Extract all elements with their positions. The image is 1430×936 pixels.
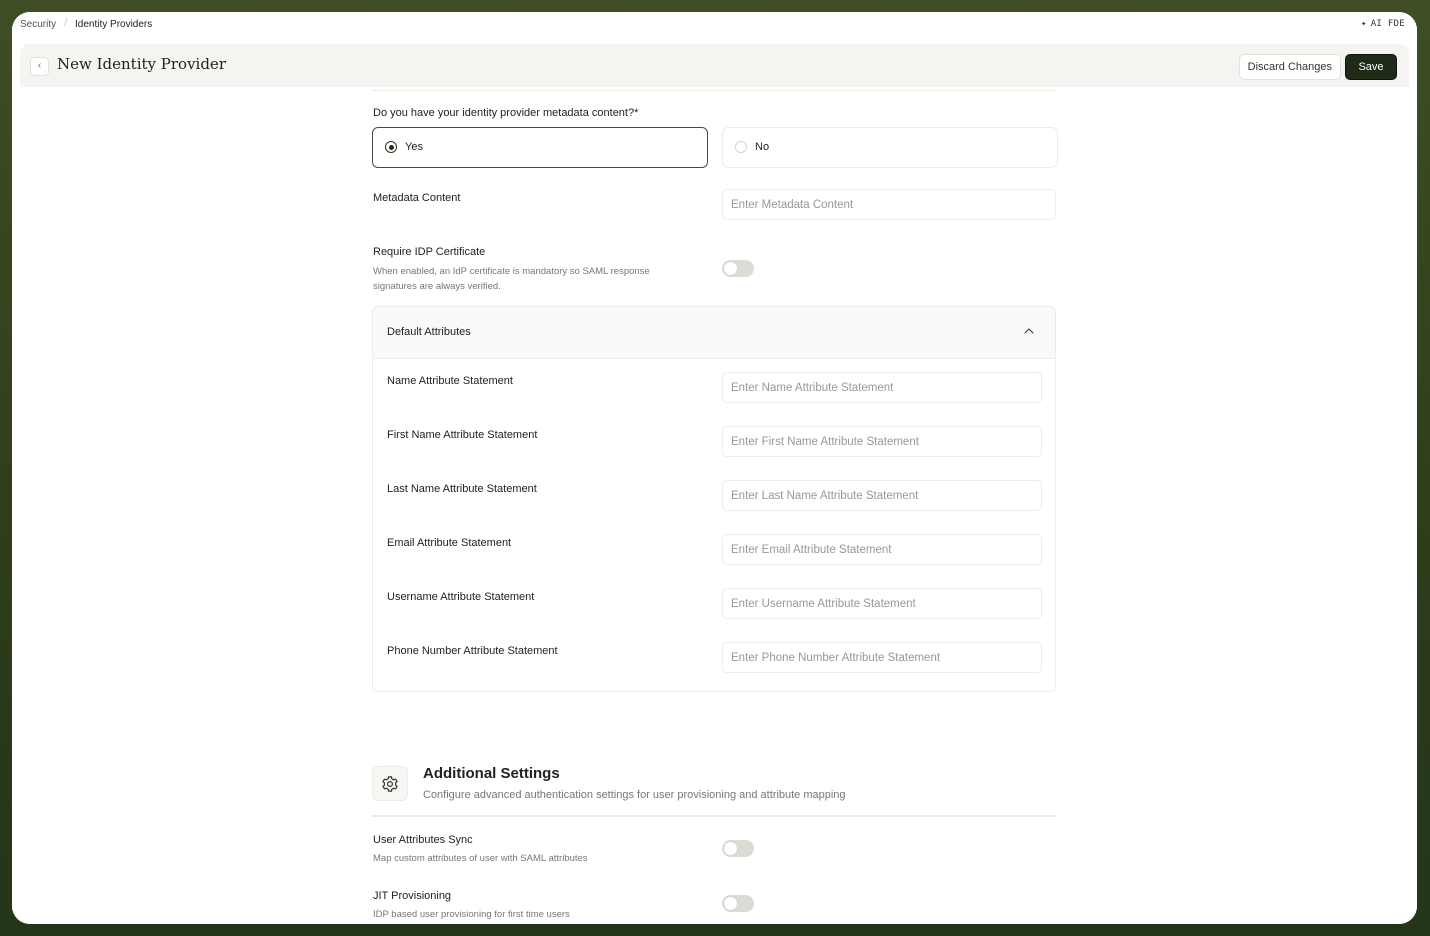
radio-unchecked-icon <box>735 141 747 153</box>
metadata-question-label: Do you have your identity provider metad… <box>373 107 639 119</box>
app-window: Security / Identity Providers ✦ AI FDE ‹ … <box>12 12 1417 924</box>
username-attr-input[interactable]: Enter Username Attribute Statement <box>722 588 1042 619</box>
breadcrumb-separator: / <box>64 15 68 29</box>
back-button[interactable]: ‹ <box>30 57 49 76</box>
phone-attr-label: Phone Number Attribute Statement <box>387 645 558 657</box>
user-attributes-sync-help: Map custom attributes of user with SAML … <box>373 853 588 864</box>
email-attr-input[interactable]: Enter Email Attribute Statement <box>722 534 1042 565</box>
page-header: ‹ New Identity Provider Discard Changes … <box>20 44 1409 87</box>
name-attr-input[interactable]: Enter Name Attribute Statement <box>722 372 1042 403</box>
require-idp-cert-label: Require IDP Certificate <box>373 246 486 258</box>
radio-option-yes[interactable]: Yes <box>372 127 708 168</box>
sparkle-icon: ✦ <box>1360 19 1367 29</box>
form-content: Do you have your identity provider metad… <box>12 87 1417 924</box>
phone-attr-input[interactable]: Enter Phone Number Attribute Statement <box>722 642 1042 673</box>
ai-fde-label: AI FDE <box>1370 19 1405 29</box>
last-name-attr-input[interactable]: Enter Last Name Attribute Statement <box>722 480 1042 511</box>
default-attributes-header[interactable]: Default Attributes <box>373 307 1055 359</box>
page-title: New Identity Provider <box>57 55 226 73</box>
breadcrumb-security[interactable]: Security <box>20 19 56 30</box>
chevron-left-icon: ‹ <box>37 60 42 71</box>
divider <box>372 815 1056 817</box>
divider <box>372 87 1056 91</box>
email-attr-label: Email Attribute Statement <box>387 537 512 549</box>
radio-option-no[interactable]: No <box>722 127 1058 168</box>
radio-label-no: No <box>755 141 770 153</box>
username-attr-label: Username Attribute Statement <box>387 591 535 603</box>
jit-provisioning-toggle[interactable] <box>722 895 754 912</box>
ai-fde-button[interactable]: ✦ AI FDE <box>1361 19 1405 29</box>
user-attributes-sync-label: User Attributes Sync <box>373 834 473 846</box>
additional-settings-icon-box <box>372 766 408 801</box>
chevron-up-icon <box>1024 328 1034 334</box>
first-name-attr-input[interactable]: Enter First Name Attribute Statement <box>722 426 1042 457</box>
breadcrumb-identity-providers[interactable]: Identity Providers <box>75 19 152 30</box>
user-attributes-sync-toggle[interactable] <box>722 840 754 857</box>
metadata-content-input[interactable]: Enter Metadata Content <box>722 189 1056 220</box>
radio-label-yes: Yes <box>405 141 423 153</box>
require-idp-cert-toggle[interactable] <box>722 260 754 277</box>
require-idp-cert-help-line2: signatures are always verified. <box>373 281 501 292</box>
additional-settings-title: Additional Settings <box>423 765 560 782</box>
save-button[interactable]: Save <box>1345 54 1397 80</box>
default-attributes-card: Default Attributes Name Attribute Statem… <box>372 306 1056 692</box>
name-attr-label: Name Attribute Statement <box>387 375 513 387</box>
require-idp-cert-help-line1: When enabled, an IdP certificate is mand… <box>373 266 650 277</box>
last-name-attr-label: Last Name Attribute Statement <box>387 483 537 495</box>
radio-checked-icon <box>385 141 397 153</box>
jit-provisioning-label: JIT Provisioning <box>373 890 452 902</box>
additional-settings-subtitle: Configure advanced authentication settin… <box>423 789 846 801</box>
default-attributes-title: Default Attributes <box>387 326 471 338</box>
first-name-attr-label: First Name Attribute Statement <box>387 429 538 441</box>
jit-provisioning-help: IDP based user provisioning for first ti… <box>373 909 570 920</box>
gear-icon <box>382 776 398 792</box>
metadata-content-label: Metadata Content <box>373 192 461 204</box>
discard-changes-button[interactable]: Discard Changes <box>1238 54 1341 80</box>
top-bar: Security / Identity Providers ✦ AI FDE <box>12 12 1417 44</box>
